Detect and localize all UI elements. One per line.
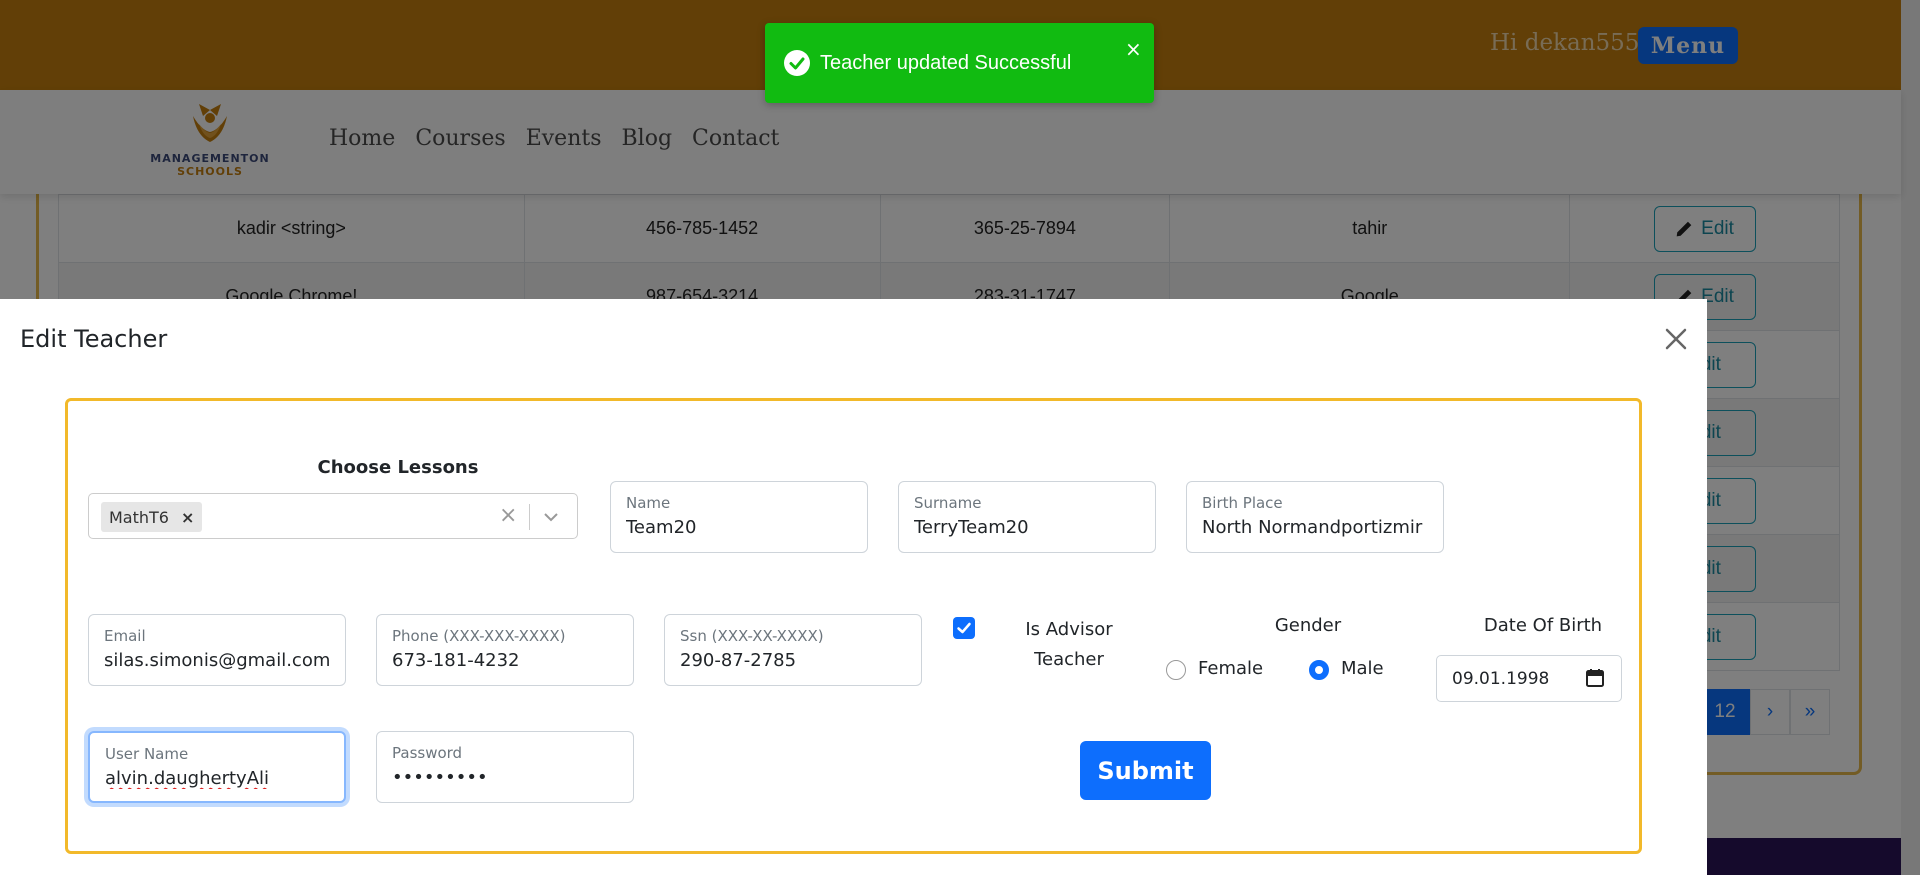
- toast-close-icon[interactable]: ×: [1125, 37, 1142, 61]
- advisor-label-line2: Teacher: [1034, 649, 1104, 670]
- advisor-label-line1: Is Advisor: [1025, 619, 1113, 640]
- toast-message: Teacher updated Successful: [820, 52, 1072, 74]
- gender-label: Gender: [1274, 615, 1342, 636]
- username-value: alvin.daughertyAli: [105, 768, 270, 789]
- lesson-chip-label: MathT6: [109, 507, 169, 527]
- name-field[interactable]: Name Team20: [610, 481, 868, 553]
- username-label: User Name: [105, 745, 189, 763]
- surname-value: TerryTeam20: [914, 517, 1029, 538]
- surname-label: Surname: [914, 494, 982, 512]
- name-label: Name: [626, 494, 671, 512]
- dob-value: 09.01.1998: [1452, 669, 1550, 689]
- check-icon: [957, 622, 971, 634]
- ssn-field[interactable]: Ssn (XXX-XX-XXXX) 290-87-2785: [664, 614, 922, 686]
- name-value: Team20: [626, 517, 697, 538]
- advisor-checkbox[interactable]: [953, 617, 975, 639]
- calendar-icon[interactable]: [1585, 668, 1605, 688]
- multiselect-separator: [529, 504, 530, 530]
- birth-place-field[interactable]: Birth Place North Normandportizmir: [1186, 481, 1444, 553]
- chip-remove-icon[interactable]: ×: [181, 508, 194, 527]
- email-label: Email: [104, 627, 146, 645]
- edit-teacher-modal: Edit Teacher Choose Lessons MathT6 × × N…: [0, 299, 1707, 875]
- email-value: silas.simonis@gmail.com: [104, 650, 331, 671]
- username-field[interactable]: User Name alvin.daughertyAli: [88, 731, 346, 803]
- dob-input[interactable]: 09.01.1998: [1436, 655, 1622, 702]
- ssn-value: 290-87-2785: [680, 650, 797, 671]
- phone-field[interactable]: Phone (XXX-XXX-XXXX) 673-181-4232: [376, 614, 634, 686]
- teacher-form: Choose Lessons MathT6 × × Name Team20 Su…: [65, 398, 1642, 854]
- birth-place-label: Birth Place: [1202, 494, 1283, 512]
- phone-label: Phone (XXX-XXX-XXXX): [392, 627, 566, 645]
- choose-lessons-label: Choose Lessons: [317, 457, 479, 478]
- lesson-chip: MathT6 ×: [101, 502, 203, 532]
- password-field[interactable]: Password •••••••••: [376, 731, 634, 803]
- gender-female-label[interactable]: Female: [1198, 658, 1263, 679]
- success-toast: Teacher updated Successful ×: [765, 23, 1154, 103]
- phone-value: 673-181-4232: [392, 650, 520, 671]
- ssn-label: Ssn (XXX-XX-XXXX): [680, 627, 824, 645]
- clear-icon[interactable]: ×: [499, 503, 517, 528]
- modal-title: Edit Teacher: [20, 325, 168, 353]
- dob-label: Date Of Birth: [1483, 615, 1603, 636]
- lessons-multiselect[interactable]: MathT6 × ×: [88, 493, 578, 539]
- email-field[interactable]: Email silas.simonis@gmail.com: [88, 614, 346, 686]
- close-icon[interactable]: [1658, 321, 1694, 357]
- password-label: Password: [392, 744, 463, 762]
- gender-male-label[interactable]: Male: [1341, 658, 1384, 679]
- gender-female-radio[interactable]: [1166, 660, 1186, 680]
- chevron-down-icon[interactable]: [541, 507, 561, 527]
- submit-button[interactable]: Submit: [1080, 741, 1211, 800]
- password-value: •••••••••: [392, 767, 488, 788]
- surname-field[interactable]: Surname TerryTeam20: [898, 481, 1156, 553]
- advisor-label: Is Advisor Teacher: [1004, 615, 1134, 675]
- birth-place-value: North Normandportizmir: [1202, 517, 1423, 538]
- gender-male-radio[interactable]: [1309, 660, 1329, 680]
- check-circle-icon: [784, 50, 810, 76]
